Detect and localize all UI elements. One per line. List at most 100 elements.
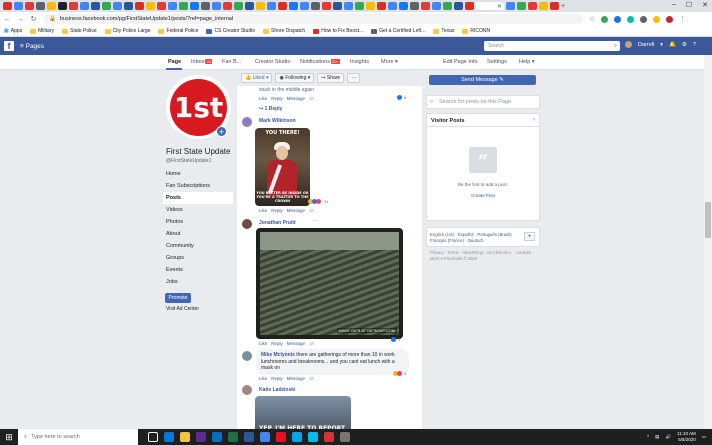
profile-avatar-icon[interactable]: [666, 15, 674, 23]
browser-tab-active[interactable]: ✕: [476, 2, 504, 10]
browser-tab[interactable]: [47, 2, 56, 10]
chevron-down-icon[interactable]: ▾: [660, 42, 663, 48]
liked-button[interactable]: 👍 Liked ▾: [241, 73, 273, 83]
browser-tab[interactable]: [36, 2, 45, 10]
edge-icon[interactable]: [164, 432, 174, 442]
reply-link[interactable]: Reply: [271, 376, 283, 381]
browser-tab[interactable]: [355, 2, 364, 10]
tab-notifications[interactable]: Notifications 20+: [300, 59, 340, 65]
view-replies-link[interactable]: ↪ 1 Reply: [259, 106, 282, 112]
bookmark-folder[interactable]: State Police: [61, 28, 97, 34]
bookmark-folder[interactable]: Shore Dispatch: [263, 28, 305, 34]
bookmark-link[interactable]: CS Creator Studio: [206, 28, 255, 34]
reply-link[interactable]: Reply: [271, 96, 283, 101]
bookmark-apps[interactable]: ▦ Apps: [4, 28, 22, 34]
browser-tab[interactable]: [102, 2, 111, 10]
like-link[interactable]: Like: [259, 341, 267, 346]
tab-more[interactable]: More ▾: [381, 59, 398, 65]
reload-icon[interactable]: ↻: [30, 15, 37, 23]
notifications-icon[interactable]: ▭: [702, 434, 706, 440]
gear-icon[interactable]: ⚙: [682, 42, 687, 48]
browser-tab[interactable]: [550, 2, 559, 10]
extension-icon[interactable]: [653, 15, 661, 23]
browser-tab[interactable]: [344, 2, 353, 10]
close-icon[interactable]: ✕: [497, 3, 502, 10]
tab-settings[interactable]: Settings: [487, 59, 507, 65]
app-icon[interactable]: [276, 432, 286, 442]
browser-tab[interactable]: [333, 2, 342, 10]
message-link[interactable]: Message: [287, 341, 305, 346]
message-link[interactable]: Message: [287, 376, 305, 381]
share-button[interactable]: ↪ Share: [317, 73, 345, 83]
close-window-icon[interactable]: ✕: [702, 1, 708, 9]
browser-tab[interactable]: [212, 2, 221, 10]
browser-tab[interactable]: [454, 2, 463, 10]
browser-tab[interactable]: [3, 2, 12, 10]
browser-tab[interactable]: [14, 2, 23, 10]
left-nav-photos[interactable]: Photos: [163, 216, 233, 228]
browser-tab[interactable]: [124, 2, 133, 10]
send-message-button[interactable]: Send Message ✎: [429, 75, 536, 85]
tab-insights[interactable]: Insights: [350, 59, 369, 65]
add-language-button[interactable]: +: [524, 232, 535, 241]
promote-button[interactable]: Promote: [165, 293, 191, 303]
scrollbar-thumb[interactable]: [705, 202, 711, 238]
app-icon[interactable]: [324, 432, 334, 442]
like-link[interactable]: Like: [259, 96, 267, 101]
browser-tab[interactable]: [91, 2, 100, 10]
facebook-search-input[interactable]: Search ⌕: [484, 41, 620, 51]
browser-tab[interactable]: [377, 2, 386, 10]
taskbar-clock[interactable]: 11:10 AM 5/5/2020: [677, 431, 696, 442]
tab-help[interactable]: Help ▾: [519, 59, 535, 65]
pages-menu[interactable]: ≡ Pages: [20, 43, 44, 50]
mail-icon[interactable]: [212, 432, 222, 442]
browser-tab[interactable]: [234, 2, 243, 10]
browser-tab[interactable]: [25, 2, 34, 10]
browser-tab[interactable]: [245, 2, 254, 10]
left-nav-posts[interactable]: Posts: [163, 192, 233, 204]
bookmark-link[interactable]: How to Fix Boost...: [313, 28, 363, 34]
browser-tab[interactable]: [168, 2, 177, 10]
browser-tab[interactable]: [465, 2, 474, 10]
tab-creator-studio[interactable]: Creator Studio: [255, 59, 290, 65]
bookmark-folder[interactable]: Texas: [433, 28, 454, 34]
reply-link[interactable]: Reply: [271, 341, 283, 346]
comment-options-icon[interactable]: ···: [312, 218, 318, 224]
browser-tab[interactable]: [179, 2, 188, 10]
message-link[interactable]: Message: [287, 96, 305, 101]
browser-tab[interactable]: [58, 2, 67, 10]
new-tab-icon[interactable]: +: [561, 3, 565, 10]
extension-icon[interactable]: [627, 15, 635, 23]
commenter-name[interactable]: Katie Ladzinski: [259, 387, 295, 393]
bookmark-link[interactable]: Get a Certified Left...: [371, 28, 425, 34]
browser-tab[interactable]: [113, 2, 122, 10]
extension-icon[interactable]: [640, 15, 648, 23]
store-icon[interactable]: [196, 432, 206, 442]
browser-tab[interactable]: [267, 2, 276, 10]
browser-tab[interactable]: [517, 2, 526, 10]
browser-tab[interactable]: [300, 2, 309, 10]
language-link[interactable]: Português (Brasil): [477, 232, 511, 237]
language-link[interactable]: Deutsch: [468, 238, 484, 243]
browser-tab[interactable]: [289, 2, 298, 10]
more-actions-button[interactable]: ···: [347, 73, 361, 83]
bookmark-folder[interactable]: Federal Police: [158, 28, 198, 34]
browser-tab[interactable]: [506, 2, 515, 10]
avatar[interactable]: [242, 117, 252, 127]
notifications-bell-icon[interactable]: 🔔: [669, 42, 676, 48]
tab-page[interactable]: Page: [168, 59, 181, 65]
facebook-logo-icon[interactable]: f: [4, 41, 14, 51]
maximize-icon[interactable]: ☐: [686, 1, 692, 9]
tab-fan-subscriptions[interactable]: Fan B...: [222, 59, 241, 65]
avatar[interactable]: [242, 351, 252, 361]
commenter-name[interactable]: Mark Wilkinson: [259, 118, 296, 124]
bookmark-folder[interactable]: RICONN: [462, 28, 490, 34]
windows-start-icon[interactable]: ⊞: [0, 429, 18, 445]
page-scrollbar[interactable]: [704, 55, 712, 429]
browser-tab[interactable]: [157, 2, 166, 10]
app-icon[interactable]: [308, 432, 318, 442]
left-nav-events[interactable]: Events: [163, 264, 233, 276]
bookmark-star-icon[interactable]: ☆: [589, 15, 595, 23]
browser-tab[interactable]: [388, 2, 397, 10]
avatar[interactable]: [242, 219, 252, 229]
